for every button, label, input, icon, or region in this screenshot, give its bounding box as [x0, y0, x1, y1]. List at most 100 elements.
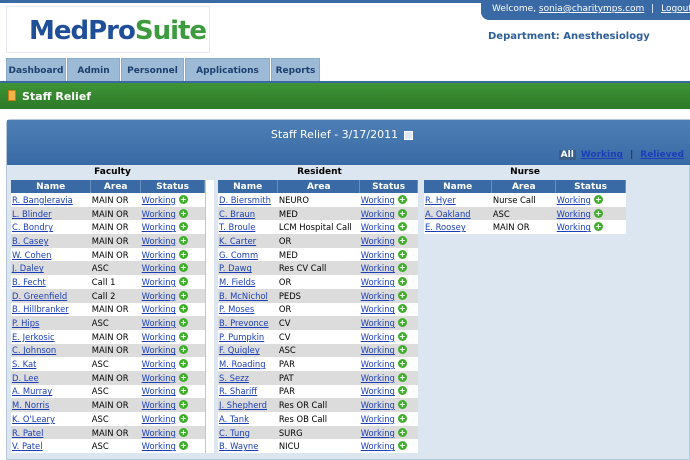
plus-circle-icon[interactable]: +: [178, 318, 188, 328]
faculty-scroll-gutter[interactable]: [205, 180, 214, 454]
staff-name-link[interactable]: B. Hillbranker: [12, 304, 69, 314]
staff-name-link[interactable]: S. Kat: [12, 359, 36, 369]
app-logo[interactable]: MedProSuite: [6, 6, 210, 53]
nav-tab-applications[interactable]: Applications: [185, 58, 270, 81]
staff-name-link[interactable]: B. Prevonce: [219, 318, 269, 328]
plus-circle-icon[interactable]: +: [178, 304, 188, 314]
staff-name-link[interactable]: C. Tung: [219, 428, 250, 438]
nav-tab-admin[interactable]: Admin: [67, 58, 120, 81]
status-link[interactable]: Working: [142, 277, 176, 287]
status-link[interactable]: Working: [361, 359, 395, 369]
staff-name-link[interactable]: R. Bangleravia: [12, 195, 73, 205]
status-link[interactable]: Working: [142, 291, 176, 301]
staff-name-link[interactable]: R. Shariff: [219, 386, 257, 396]
staff-name-link[interactable]: W. Cohen: [12, 250, 51, 260]
staff-name-link[interactable]: B. McNichol: [219, 291, 268, 301]
status-link[interactable]: Working: [361, 291, 395, 301]
status-link[interactable]: Working: [142, 263, 176, 273]
staff-name-link[interactable]: B. Fecht: [12, 277, 46, 287]
calendar-icon[interactable]: [404, 130, 414, 140]
plus-circle-icon[interactable]: +: [397, 235, 407, 245]
staff-name-link[interactable]: J. Shepherd: [219, 400, 267, 410]
plus-circle-icon[interactable]: +: [593, 194, 603, 204]
plus-circle-icon[interactable]: +: [397, 222, 407, 232]
plus-circle-icon[interactable]: +: [397, 386, 407, 396]
status-link[interactable]: Working: [361, 428, 395, 438]
status-link[interactable]: Working: [361, 195, 395, 205]
plus-circle-icon[interactable]: +: [397, 249, 407, 259]
status-link[interactable]: Working: [361, 318, 395, 328]
plus-circle-icon[interactable]: +: [178, 441, 188, 451]
plus-circle-icon[interactable]: +: [397, 331, 407, 341]
status-link[interactable]: Working: [361, 441, 395, 451]
status-link[interactable]: Working: [142, 250, 176, 260]
filter-relieved[interactable]: Relieved: [638, 150, 686, 160]
status-link[interactable]: Working: [361, 414, 395, 424]
status-link[interactable]: Working: [361, 250, 395, 260]
plus-circle-icon[interactable]: +: [397, 441, 407, 451]
plus-circle-icon[interactable]: +: [593, 222, 603, 232]
plus-circle-icon[interactable]: +: [178, 208, 188, 218]
staff-name-link[interactable]: V. Patel: [12, 441, 43, 451]
staff-name-link[interactable]: C. Johnson: [12, 345, 56, 355]
status-link[interactable]: Working: [361, 386, 395, 396]
status-link[interactable]: Working: [142, 195, 176, 205]
plus-circle-icon[interactable]: +: [178, 222, 188, 232]
staff-name-link[interactable]: P. Pumpkin: [219, 332, 264, 342]
plus-circle-icon[interactable]: +: [178, 400, 188, 410]
status-link[interactable]: Working: [142, 428, 176, 438]
staff-name-link[interactable]: P. Hips: [12, 318, 39, 328]
status-link[interactable]: Working: [361, 222, 395, 232]
plus-circle-icon[interactable]: +: [397, 372, 407, 382]
plus-circle-icon[interactable]: +: [178, 372, 188, 382]
staff-name-link[interactable]: E. Roosey: [425, 222, 466, 232]
staff-name-link[interactable]: B. Wayne: [219, 441, 258, 451]
status-link[interactable]: Working: [142, 400, 176, 410]
plus-circle-icon[interactable]: +: [178, 194, 188, 204]
status-link[interactable]: Working: [361, 400, 395, 410]
plus-circle-icon[interactable]: +: [397, 290, 407, 300]
plus-circle-icon[interactable]: +: [397, 276, 407, 286]
logout-link[interactable]: Logout: [661, 4, 690, 14]
status-link[interactable]: Working: [361, 277, 395, 287]
status-link[interactable]: Working: [361, 332, 395, 342]
staff-name-link[interactable]: B. Casey: [12, 236, 49, 246]
plus-circle-icon[interactable]: +: [397, 400, 407, 410]
status-link[interactable]: Working: [557, 195, 591, 205]
staff-name-link[interactable]: T. Broule: [219, 222, 255, 232]
plus-circle-icon[interactable]: +: [397, 208, 407, 218]
staff-name-link[interactable]: E. Jerkosic: [12, 332, 55, 342]
staff-name-link[interactable]: D. Biersmith: [219, 195, 271, 205]
status-link[interactable]: Working: [142, 318, 176, 328]
status-link[interactable]: Working: [361, 304, 395, 314]
plus-circle-icon[interactable]: +: [178, 276, 188, 286]
staff-name-link[interactable]: C. Braun: [219, 209, 255, 219]
nav-tab-reports[interactable]: Reports: [271, 58, 320, 81]
plus-circle-icon[interactable]: +: [397, 304, 407, 314]
plus-circle-icon[interactable]: +: [178, 386, 188, 396]
staff-name-link[interactable]: D. Lee: [12, 373, 39, 383]
user-email-link[interactable]: sonia@charitymps.com: [539, 4, 644, 14]
staff-name-link[interactable]: G. Comm: [219, 250, 258, 260]
staff-name-link[interactable]: A. Oakland: [425, 209, 471, 219]
plus-circle-icon[interactable]: +: [178, 290, 188, 300]
plus-circle-icon[interactable]: +: [397, 359, 407, 369]
plus-circle-icon[interactable]: +: [397, 194, 407, 204]
plus-circle-icon[interactable]: +: [397, 345, 407, 355]
status-link[interactable]: Working: [361, 345, 395, 355]
plus-circle-icon[interactable]: +: [178, 359, 188, 369]
staff-name-link[interactable]: F. Quigley: [219, 345, 260, 355]
staff-name-link[interactable]: P. Moses: [219, 304, 254, 314]
plus-circle-icon[interactable]: +: [397, 318, 407, 328]
status-link[interactable]: Working: [557, 209, 591, 219]
staff-name-link[interactable]: C. Bondry: [12, 222, 53, 232]
status-link[interactable]: Working: [142, 236, 176, 246]
status-link[interactable]: Working: [142, 414, 176, 424]
plus-circle-icon[interactable]: +: [178, 249, 188, 259]
staff-name-link[interactable]: P. Dawg: [219, 263, 252, 273]
status-link[interactable]: Working: [361, 236, 395, 246]
staff-name-link[interactable]: M. Roading: [219, 359, 266, 369]
staff-name-link[interactable]: L. Blinder: [12, 209, 52, 219]
plus-circle-icon[interactable]: +: [397, 263, 407, 273]
status-link[interactable]: Working: [142, 373, 176, 383]
